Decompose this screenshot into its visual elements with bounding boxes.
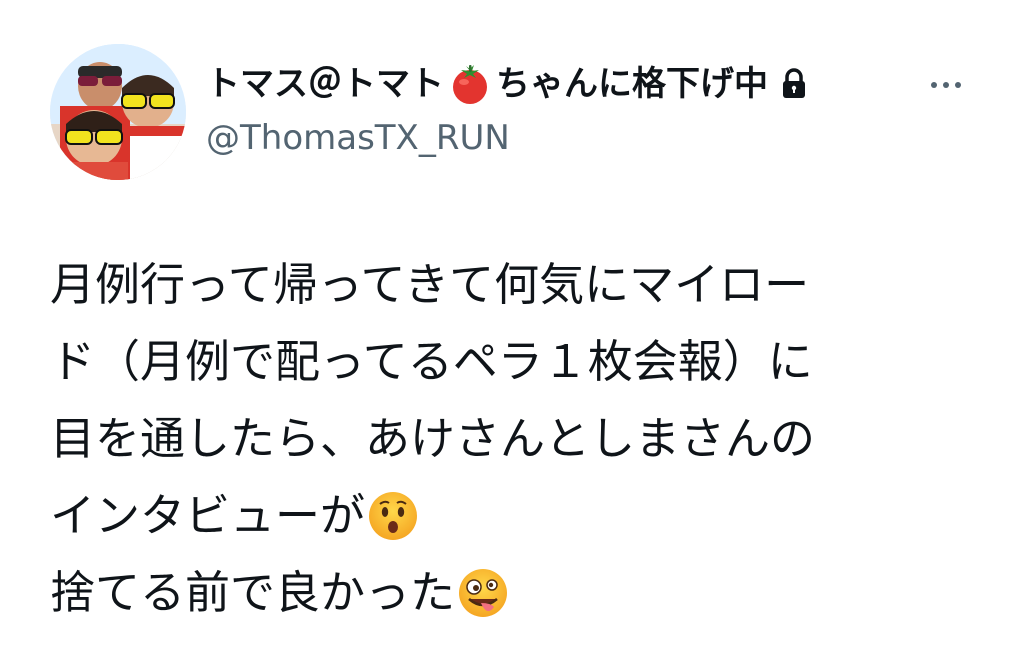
tweet-line: 捨てる前で良かった <box>50 554 990 631</box>
avatar-photo <box>50 44 186 180</box>
tweet-line-text: ド（月例で配ってるペラ１枚会報）に <box>50 335 813 388</box>
display-name[interactable]: トマス＠トマト ちゃんに格下げ中 <box>206 58 812 110</box>
tweet-card[interactable]: トマス＠トマト ちゃんに格下げ中 @ThomasTX_RUN 月例行って帰ってき… <box>0 0 1024 663</box>
tweet-text: 月例行って帰ってきて何気にマイロー ド（月例で配ってるペラ１枚会報）に 目を通し… <box>50 246 990 631</box>
tweet-line-text: インタビューが <box>50 489 366 542</box>
tweet-header: トマス＠トマト ちゃんに格下げ中 @ThomasTX_RUN <box>206 58 966 168</box>
tweet-line: ド（月例で配ってるペラ１枚会報）に <box>50 323 990 400</box>
display-name-prefix: トマス＠トマト <box>206 64 444 104</box>
tweet-line-text: 月例行って帰ってきて何気にマイロー <box>50 258 810 311</box>
hushed-face-icon <box>369 491 418 540</box>
tomato-icon <box>453 65 487 104</box>
display-name-suffix: ちゃんに格下げ中 <box>496 64 768 104</box>
tweet-line-text: 捨てる前で良かった <box>50 566 456 619</box>
user-handle[interactable]: @ThomasTX_RUN <box>206 114 510 162</box>
tweet-line: 月例行って帰ってきて何気にマイロー <box>50 246 990 323</box>
tweet-line-text: 目を通したら、あけさんとしまさんの <box>50 412 816 465</box>
more-options-button[interactable] <box>924 70 968 100</box>
more-horizontal-icon <box>931 82 937 88</box>
more-horizontal-icon <box>955 82 961 88</box>
lock-icon <box>783 68 805 98</box>
tweet-line: インタビューが <box>50 477 990 554</box>
more-horizontal-icon <box>943 82 949 88</box>
zany-face-icon <box>459 568 508 617</box>
tweet-line: 目を通したら、あけさんとしまさんの <box>50 400 990 477</box>
avatar[interactable] <box>50 44 186 180</box>
